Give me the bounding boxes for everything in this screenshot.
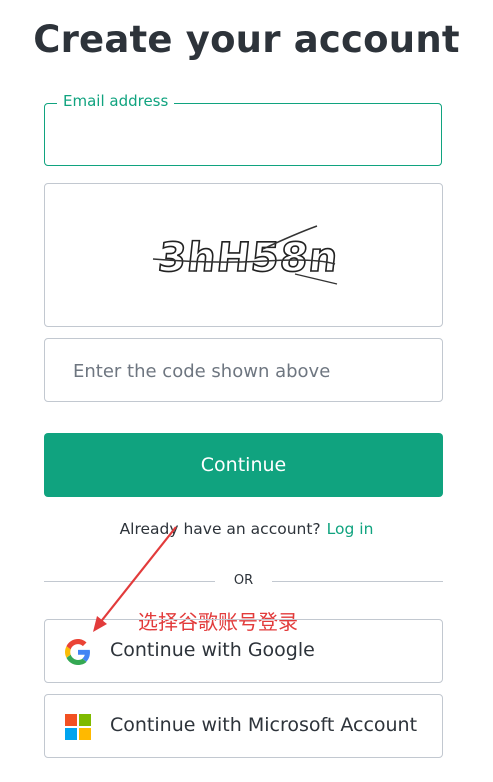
captcha-code-input[interactable] — [71, 354, 425, 388]
continue-button[interactable]: Continue — [44, 433, 443, 497]
microsoft-login-button[interactable]: Continue with Microsoft Account — [44, 694, 443, 758]
captcha-code-field[interactable] — [44, 338, 443, 402]
email-field[interactable]: Email address — [44, 92, 442, 166]
google-button-label: Continue with Google — [110, 639, 315, 661]
or-divider: OR — [44, 573, 443, 591]
microsoft-button-label: Continue with Microsoft Account — [110, 714, 418, 736]
captcha-graphic: 3hH58n — [152, 225, 342, 285]
login-prompt-row: Already have an account? Log in — [0, 520, 493, 538]
divider-label: OR — [233, 573, 254, 588]
captcha-text: 3hH58n — [156, 235, 341, 281]
microsoft-icon — [65, 714, 91, 740]
login-prompt-text: Already have an account? — [119, 520, 321, 538]
google-login-button[interactable]: Continue with Google — [44, 619, 443, 683]
captcha-image: 3hH58n — [44, 183, 443, 327]
email-input[interactable] — [59, 118, 423, 150]
login-link[interactable]: Log in — [327, 520, 374, 538]
google-icon — [65, 639, 90, 665]
email-field-label: Email address — [57, 92, 175, 110]
page-title: Create your account — [33, 18, 460, 61]
